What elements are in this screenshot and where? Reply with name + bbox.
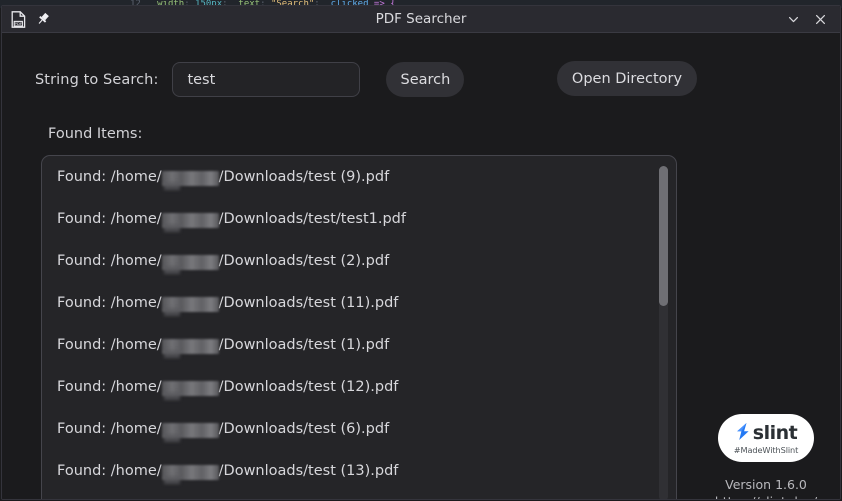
result-text: Found: /home/ /Downloads/test (1).pdf bbox=[57, 337, 390, 354]
results-list[interactable]: Found: /home//Downloads/test (9).pdf Foun… bbox=[41, 155, 677, 499]
slint-badge[interactable]: slint #MadeWithSlint bbox=[718, 414, 814, 462]
result-row[interactable]: Found: /home/ /Downloads/test (11).pdf bbox=[42, 282, 676, 324]
result-path-prefix: Found: /home/ bbox=[57, 463, 162, 479]
result-path-prefix: Found: /home/ bbox=[57, 253, 162, 269]
redaction-block bbox=[161, 296, 219, 312]
pdf-searcher-window: PDF PDF Searcher String to Search: test … bbox=[1, 5, 841, 500]
result-text: Found: /home/ /Downloads/test (12).pdf bbox=[57, 379, 399, 396]
chevron-down-icon[interactable] bbox=[785, 11, 802, 28]
slint-lightning-icon bbox=[735, 422, 751, 445]
result-text: Found: /home/ /Downloads/test (13).pdf bbox=[57, 463, 399, 480]
search-button[interactable]: Search bbox=[386, 62, 465, 97]
result-path-suffix: /Downloads/test (11).pdf bbox=[218, 295, 399, 311]
result-row[interactable]: Found: /home/ /Downloads/test (6).pdf bbox=[42, 408, 676, 450]
title-bar[interactable]: PDF PDF Searcher bbox=[2, 6, 840, 33]
results-scroll-area: Found: /home//Downloads/test (9).pdf Foun… bbox=[42, 156, 676, 499]
search-input[interactable] bbox=[172, 62, 361, 97]
result-path-suffix: /Downloads/test (9).pdf bbox=[218, 169, 390, 185]
results-scrollbar-thumb[interactable] bbox=[659, 166, 668, 306]
redaction-block bbox=[161, 464, 219, 480]
result-path-suffix: /Downloads/test (13).pdf bbox=[218, 463, 399, 479]
redaction-block bbox=[161, 254, 219, 270]
result-path-suffix: /Downloads/test (2).pdf bbox=[218, 253, 390, 269]
redacted-username bbox=[161, 379, 219, 396]
redacted-username bbox=[161, 253, 219, 270]
result-path-prefix: Found: /home/ bbox=[57, 211, 162, 227]
result-path-prefix: Found: /home/ bbox=[57, 337, 162, 353]
slint-wordmark: slint bbox=[752, 421, 798, 444]
version-text: Version 1.6.0 bbox=[725, 477, 807, 492]
result-path-suffix: /Downloads/test (1).pdf bbox=[218, 337, 390, 353]
result-text: Found: /home/ /Downloads/test (9).pdf bbox=[57, 169, 390, 186]
slint-logo-row: slint bbox=[735, 421, 798, 445]
results-scrollbar[interactable] bbox=[659, 166, 668, 499]
redaction-block bbox=[161, 338, 219, 354]
svg-text:PDF: PDF bbox=[14, 21, 22, 26]
result-path-suffix: /Downloads/test (6).pdf bbox=[218, 421, 390, 437]
result-text: Found: /home/ /Downloads/test (2).pdf bbox=[57, 253, 390, 270]
window-title: PDF Searcher bbox=[375, 11, 467, 27]
slint-tagline: #MadeWithSlint bbox=[733, 444, 799, 455]
result-path-suffix: /Downloads/test/test1.pdf bbox=[218, 211, 406, 227]
redacted-username bbox=[161, 211, 219, 228]
result-row[interactable]: Found: /home/ /Downloads/test (2).pdf bbox=[42, 240, 676, 282]
title-bar-left-icons: PDF bbox=[2, 10, 52, 28]
result-row[interactable]: Found: /home/ /Downloads/test (9).pdf bbox=[42, 156, 676, 198]
redacted-username bbox=[161, 337, 219, 354]
open-directory-button[interactable]: Open Directory bbox=[557, 61, 697, 96]
result-path-prefix: Found: /home/ bbox=[57, 379, 162, 395]
redaction-block bbox=[161, 212, 219, 228]
result-text: Found: /home/ /Downloads/test/test1.pdf bbox=[57, 211, 406, 228]
result-text: Found: /home/ /Downloads/test (6).pdf bbox=[57, 421, 390, 438]
result-path-suffix: /Downloads/test (12).pdf bbox=[218, 379, 399, 395]
found-items-label: Found Items: bbox=[48, 126, 143, 142]
result-row[interactable]: Found: /home/ /Downloads/test/test1.pdf bbox=[42, 198, 676, 240]
result-text: Found: /home/ /Downloads/test (11).pdf bbox=[57, 295, 399, 312]
search-row: String to Search: Search Open Directory bbox=[2, 61, 840, 98]
result-row[interactable]: Found: /home/ /Downloads/test (12).pdf bbox=[42, 366, 676, 408]
result-path-prefix: Found: /home/ bbox=[57, 421, 162, 437]
close-icon[interactable] bbox=[812, 11, 829, 28]
app-body: String to Search: Search Open Directory … bbox=[2, 33, 840, 499]
redacted-username bbox=[161, 463, 219, 480]
version-block: Version 1.6.0 https://slint.dev/ bbox=[696, 476, 836, 499]
pdf-file-icon: PDF bbox=[9, 10, 27, 28]
redaction-block bbox=[161, 170, 219, 186]
result-row[interactable]: Found: /home/ /Downloads/test (13).pdf bbox=[42, 450, 676, 492]
redacted-username bbox=[161, 421, 219, 438]
redacted-username bbox=[161, 169, 219, 186]
redacted-username bbox=[161, 295, 219, 312]
redaction-block bbox=[161, 380, 219, 396]
result-path-prefix: Found: /home/ bbox=[57, 169, 162, 185]
pin-icon[interactable] bbox=[34, 10, 52, 28]
result-path-prefix: Found: /home/ bbox=[57, 295, 162, 311]
slint-url-link[interactable]: https://slint.dev/ bbox=[696, 493, 836, 499]
search-label: String to Search: bbox=[35, 71, 159, 88]
window-controls bbox=[785, 11, 840, 28]
redaction-block bbox=[161, 422, 219, 438]
result-row[interactable]: Found: /home/ /Downloads/test (1).pdf bbox=[42, 324, 676, 366]
